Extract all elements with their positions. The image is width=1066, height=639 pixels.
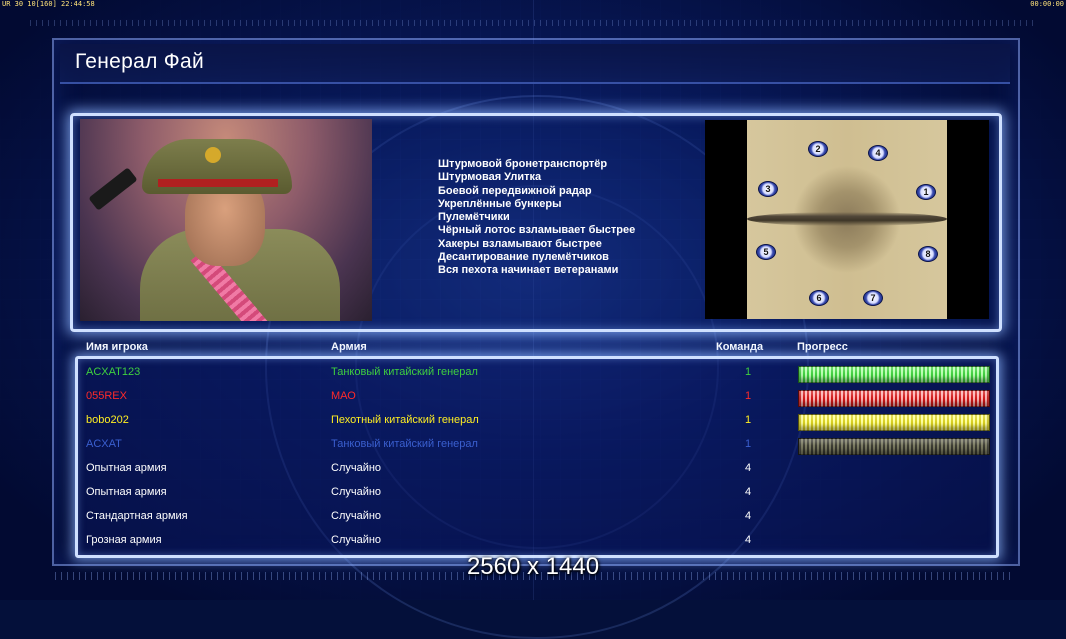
portrait-cap-badge [205, 147, 221, 163]
player-team: 4 [745, 462, 752, 474]
loading-progress-bar [798, 390, 990, 407]
player-team: 1 [745, 414, 752, 426]
player-name: Грозная армия [86, 534, 162, 546]
hud-timer: 00:00:00 [1030, 0, 1064, 8]
map-start-slot[interactable]: 7 [863, 290, 883, 306]
player-row: Опытная армия Случайно 4 [0, 457, 1066, 481]
map-start-slot[interactable]: 4 [868, 145, 888, 161]
player-row: ACXAT123 Танковый китайский генерал 1 [0, 361, 1066, 385]
bonus-item: Десантирование пулемётчиков [438, 251, 609, 264]
loading-progress-bar [798, 366, 990, 383]
player-army: Случайно [331, 534, 382, 546]
player-row: 055REX МАО 1 [0, 385, 1066, 409]
player-name: 055REX [86, 390, 127, 402]
player-team: 4 [745, 486, 752, 498]
player-name: ACXAT123 [86, 366, 141, 378]
player-name: Стандартная армия [86, 510, 188, 522]
player-table-header: Имя игрока Армия Команда Прогресс [0, 341, 1066, 357]
player-team: 1 [745, 390, 752, 402]
player-army: Случайно [331, 462, 382, 474]
player-army: Танковый китайский генерал [331, 438, 478, 450]
player-name: ACXAT [86, 438, 122, 450]
general-bonus-list: Штурмовой бронетранспортёр Штурмовая Ули… [438, 158, 635, 278]
general-portrait [80, 119, 372, 321]
map-preview: 2 4 3 1 5 8 6 7 [705, 120, 989, 319]
column-header-team: Команда [716, 341, 764, 353]
player-name: bobo202 [86, 414, 129, 426]
bonus-item: Штурмовой бронетранспортёр [438, 158, 608, 170]
map-river [747, 212, 947, 226]
player-team: 4 [745, 534, 752, 546]
portrait-cap-band [158, 179, 278, 187]
player-row: bobo202 Пехотный китайский генерал 1 [0, 409, 1066, 433]
player-army: Случайно [331, 510, 382, 522]
map-start-slot[interactable]: 1 [916, 184, 936, 200]
player-row: ACXAT Танковый китайский генерал 1 [0, 433, 1066, 457]
column-header-progress: Прогресс [797, 341, 848, 353]
bonus-item: Чёрный лотос взламывает быстрее [438, 224, 636, 237]
player-team: 4 [745, 510, 752, 522]
loading-progress-bar [798, 414, 990, 431]
map-start-slot[interactable]: 5 [756, 244, 776, 260]
portrait-pistol [88, 167, 138, 211]
map-start-slot[interactable]: 8 [918, 246, 938, 262]
player-army: Случайно [331, 486, 382, 498]
player-army: Пехотный китайский генерал [331, 414, 479, 426]
loading-progress-bar [798, 438, 990, 455]
column-header-army: Армия [331, 341, 367, 353]
bonus-item: Штурмовая Улитка [438, 171, 542, 184]
player-row: Опытная армия Случайно 4 [0, 481, 1066, 505]
page-title: Генерал Фай [75, 50, 205, 73]
bonus-item: Боевой передвижной радар [438, 184, 592, 197]
player-row: Стандартная армия Случайно 4 [0, 505, 1066, 529]
bonus-item: Пулемётчики [438, 211, 510, 224]
ruler-top [30, 20, 1036, 26]
bonus-item: Хакеры взламывают быстрее [438, 237, 602, 250]
player-army: Танковый китайский генерал [331, 366, 478, 378]
player-name: Опытная армия [86, 486, 167, 498]
map-start-slot[interactable]: 3 [758, 181, 778, 197]
player-name: Опытная армия [86, 462, 167, 474]
map-start-slot[interactable]: 6 [809, 290, 829, 306]
column-header-name: Имя игрока [86, 341, 148, 353]
bonus-item: Вся пехота начинает ветеранами [438, 264, 619, 277]
map-start-slot[interactable]: 2 [808, 141, 828, 157]
hud-debug-info: UR 30 10[160] 22:44:58 [2, 0, 95, 8]
bonus-item: Укреплённые бункеры [438, 197, 562, 210]
player-row: Грозная армия Случайно 4 [0, 529, 1066, 553]
player-team: 1 [745, 366, 752, 378]
player-army: МАО [331, 390, 356, 402]
resolution-label: 2560 x 1440 [466, 553, 600, 580]
player-team: 1 [745, 438, 752, 450]
